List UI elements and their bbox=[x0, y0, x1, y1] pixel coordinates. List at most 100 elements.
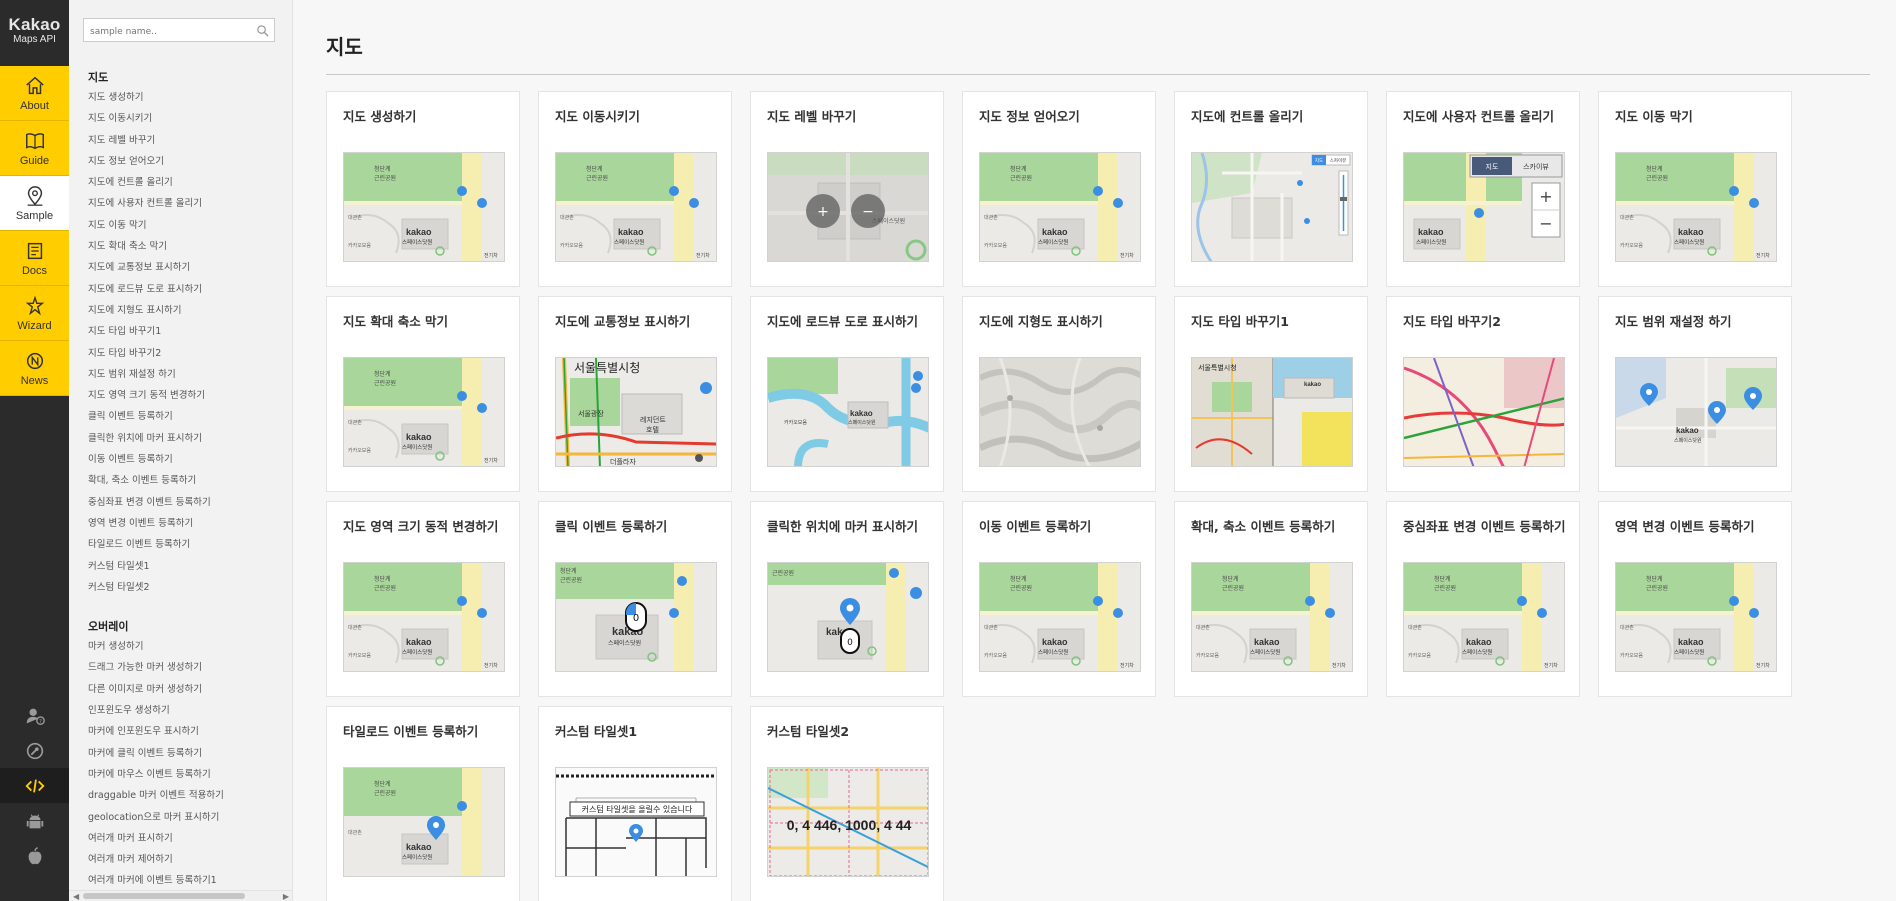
rail-label-guide: Guide bbox=[19, 154, 50, 167]
sidebar-nav-item[interactable]: 다른 이미지로 마커 생성하기 bbox=[88, 679, 288, 700]
sidebar-nav-item[interactable]: 드래그 가능한 마커 생성하기 bbox=[88, 657, 288, 678]
sidebar-nav-item[interactable]: geolocation으로 마커 표시하기 bbox=[88, 807, 288, 828]
sample-card-thumbnail: 커스텀 타일셋을 올릴수 있습니다 bbox=[555, 767, 717, 877]
sidebar-nav-item[interactable]: 중심좌표 변경 이벤트 등록하기 bbox=[88, 492, 288, 513]
brand-logo[interactable]: Kakao Maps API bbox=[0, 0, 69, 66]
sidebar-nav-item[interactable]: 지도에 로드뷰 도로 표시하기 bbox=[88, 279, 288, 300]
map-place-label: 카카오모음 bbox=[348, 447, 371, 454]
rail-tool-user-help[interactable]: ? bbox=[0, 698, 69, 733]
rail-tool-apple[interactable] bbox=[0, 838, 69, 873]
map-logo-label: kakao bbox=[1676, 426, 1699, 435]
sample-card[interactable]: 지도 생성하기 청단계 근린공원 대관촌 카카오모음 kakao 스페이스닷원 … bbox=[326, 91, 520, 287]
map-place-label: 스페이스닷원 bbox=[614, 238, 644, 246]
sidebar-nav-item[interactable]: 커스텀 타일셋1 bbox=[88, 556, 288, 577]
sample-card-title: 지도 레벨 바꾸기 bbox=[767, 109, 857, 124]
sidebar-nav-item[interactable]: 지도에 교통정보 표시하기 bbox=[88, 257, 288, 278]
sample-card[interactable]: 클릭 이벤트 등록하기 청단계 근린공원 kakao 스페이스닷원 0 bbox=[538, 501, 732, 697]
sidebar-nav-item[interactable]: 지도에 사용자 컨트롤 올리기 bbox=[88, 193, 288, 214]
sidebar-nav-item[interactable]: 인포윈도우 생성하기 bbox=[88, 700, 288, 721]
map-thumbnail: 서울특별시청 서울광장 레지던트 호텔 더플라자 bbox=[556, 358, 716, 466]
sidebar-nav-item[interactable]: 확대, 축소 이벤트 등록하기 bbox=[88, 470, 288, 491]
sidebar-nav-item[interactable]: 지도 이동시키기 bbox=[88, 108, 288, 129]
sample-card-title: 클릭 이벤트 등록하기 bbox=[555, 519, 668, 534]
sample-card[interactable]: 지도 이동 막기 청단계 근린공원 대관촌 카카오모음 kakao 스페이스닷원… bbox=[1598, 91, 1792, 287]
map-place-label: 카카오모음 bbox=[984, 242, 1007, 249]
rail-item-about[interactable]: About bbox=[0, 66, 69, 121]
sidebar-nav-item[interactable]: 커스텀 타일셋2 bbox=[88, 577, 288, 598]
sample-card[interactable]: 지도 타입 바꾸기1 서울특별시청 kakao bbox=[1174, 296, 1368, 492]
sidebar-nav-item[interactable]: 지도 타입 바꾸기2 bbox=[88, 343, 288, 364]
search-input[interactable] bbox=[84, 21, 250, 43]
sample-card[interactable]: 지도 레벨 바꾸기 + − 스페이스닷원 bbox=[750, 91, 944, 287]
sidebar-nav-item[interactable]: 지도 레벨 바꾸기 bbox=[88, 130, 288, 151]
sidebar-nav-item[interactable]: draggable 마커 이벤트 적용하기 bbox=[88, 785, 288, 806]
map-thumbnail: 청단계 근린공원 대관촌 카카오모음 kakao 스페이스닷원 전기차 bbox=[344, 563, 504, 671]
sample-card[interactable]: 지도 정보 얻어오기 청단계 근린공원 대관촌 카카오모음 kakao 스페이스… bbox=[962, 91, 1156, 287]
sidebar-nav-item[interactable]: 지도 이동 막기 bbox=[88, 215, 288, 236]
sample-card[interactable]: 확대, 축소 이벤트 등록하기 청단계 근린공원 대관촌 카카오모음 kakao… bbox=[1174, 501, 1368, 697]
map-place-label: 청단계 bbox=[1646, 575, 1663, 583]
map-place-label: 전기차 bbox=[484, 662, 498, 669]
sidebar-nav-item[interactable]: 지도 영역 크기 동적 변경하기 bbox=[88, 385, 288, 406]
map-place-label: 전기차 bbox=[1332, 662, 1346, 669]
sidebar-nav-item[interactable]: 타일로드 이벤트 등록하기 bbox=[88, 534, 288, 555]
sample-card[interactable]: 지도에 사용자 컨트롤 올리기 지도 스카이뷰 + − kakao 스페이스닷원 bbox=[1386, 91, 1580, 287]
sidebar-nav-item[interactable]: 마커에 마우스 이벤트 등록하기 bbox=[88, 764, 288, 785]
map-thumbnail: 커스텀 타일셋을 올릴수 있습니다 bbox=[556, 768, 716, 876]
map-place-label: 대관촌 bbox=[1620, 214, 1634, 221]
sample-card[interactable]: 타일로드 이벤트 등록하기 청단계 근린공원 대관촌 kakao 스페이스닷원 bbox=[326, 706, 520, 901]
map-thumbnail: 청단계 근린공원 대관촌 카카오모음 kakao 스페이스닷원 전기차 bbox=[1616, 563, 1776, 671]
rail-item-docs[interactable]: Docs bbox=[0, 231, 69, 286]
sidebar-nav-item[interactable]: 마커에 클릭 이벤트 등록하기 bbox=[88, 743, 288, 764]
sidebar-nav-item[interactable]: 클릭한 위치에 마커 표시하기 bbox=[88, 428, 288, 449]
sidebar-nav-item[interactable]: 마커 생성하기 bbox=[88, 636, 288, 657]
sample-card[interactable]: 지도 영역 크기 동적 변경하기 청단계 근린공원 대관촌 카카오모음 kaka… bbox=[326, 501, 520, 697]
map-place-label: 청단계 bbox=[1434, 575, 1451, 583]
map-place-label: 청단계 bbox=[586, 165, 603, 173]
sample-card[interactable]: 커스텀 타일셋1 커스텀 타일셋을 올릴수 있습니다 bbox=[538, 706, 732, 901]
sidebar-nav-item[interactable]: 지도 범위 재설정 하기 bbox=[88, 364, 288, 385]
sidebar-nav-item[interactable]: 지도에 지형도 표시하기 bbox=[88, 300, 288, 321]
scroll-right-arrow-icon[interactable]: ▶ bbox=[283, 892, 289, 901]
sample-card[interactable]: 지도 타입 바꾸기2 bbox=[1386, 296, 1580, 492]
sample-card[interactable]: 지도에 컨트롤 올리기 지도 스카이뷰 bbox=[1174, 91, 1368, 287]
sample-card[interactable]: 커스텀 타일셋2 0, 4 446, 1000, 4 44 bbox=[750, 706, 944, 901]
sample-card[interactable]: 지도에 지형도 표시하기 bbox=[962, 296, 1156, 492]
sample-card[interactable]: 지도 범위 재설정 하기 kakao 스페이스닷원 bbox=[1598, 296, 1792, 492]
sidebar-nav-item[interactable]: 지도 확대 축소 막기 bbox=[88, 236, 288, 257]
sidebar-nav-item[interactable]: 마커에 인포윈도우 표시하기 bbox=[88, 721, 288, 742]
sample-card[interactable]: 영역 변경 이벤트 등록하기 청단계 근린공원 대관촌 카카오모음 kakao … bbox=[1598, 501, 1792, 697]
scrollbar-thumb[interactable] bbox=[83, 893, 245, 899]
sample-card-thumbnail: 서울특별시청 kakao bbox=[1191, 357, 1353, 467]
sidebar-nav-item[interactable]: 클릭 이벤트 등록하기 bbox=[88, 406, 288, 427]
rail-item-news[interactable]: News bbox=[0, 341, 69, 396]
search-icon[interactable] bbox=[256, 24, 269, 37]
sidebar-nav-item[interactable]: 지도에 컨트롤 올리기 bbox=[88, 172, 288, 193]
sample-card[interactable]: 이동 이벤트 등록하기 청단계 근린공원 대관촌 카카오모음 kakao 스페이… bbox=[962, 501, 1156, 697]
maptype-map-label: 지도 bbox=[1486, 162, 1499, 171]
sidebar-horizontal-scrollbar[interactable]: ◀ ▶ bbox=[69, 890, 292, 901]
sample-card[interactable]: 중심좌표 변경 이벤트 등록하기 청단계 근린공원 대관촌 카카오모음 kaka… bbox=[1386, 501, 1580, 697]
sidebar-nav-item[interactable]: 여러개 마커 표시하기 bbox=[88, 828, 288, 849]
sample-card[interactable]: 지도 이동시키기 청단계 근린공원 대관촌 카카오모음 kakao 스페이스닷원… bbox=[538, 91, 732, 287]
sample-card[interactable]: 지도에 로드뷰 도로 표시하기 kakao 스페이스닷원 카카오모음 bbox=[750, 296, 944, 492]
sidebar-nav-item[interactable]: 지도 타입 바꾸기1 bbox=[88, 321, 288, 342]
rail-item-sample[interactable]: Sample bbox=[0, 176, 69, 231]
rail-item-guide[interactable]: Guide bbox=[0, 121, 69, 176]
sidebar-nav-item[interactable]: 영역 변경 이벤트 등록하기 bbox=[88, 513, 288, 534]
sample-card[interactable]: 지도에 교통정보 표시하기 서울특별시청 서울광장 레지던트 호텔 더플라자 bbox=[538, 296, 732, 492]
sidebar-nav-item[interactable]: 이동 이벤트 등록하기 bbox=[88, 449, 288, 470]
sample-card[interactable]: 지도 확대 축소 막기 청단계 근린공원 대관촌 카카오모음 kakao 스페이… bbox=[326, 296, 520, 492]
scroll-left-arrow-icon[interactable]: ◀ bbox=[73, 892, 79, 901]
code-icon bbox=[24, 778, 45, 793]
map-thumbnail bbox=[980, 358, 1140, 466]
sample-card[interactable]: 클릭한 위치에 마커 표시하기 근린공원 kakao 0 bbox=[750, 501, 944, 697]
rail-item-wizard[interactable]: Wizard bbox=[0, 286, 69, 341]
rail-tool-key[interactable] bbox=[0, 733, 69, 768]
rail-tool-android[interactable] bbox=[0, 803, 69, 838]
rail-tool-code[interactable] bbox=[0, 768, 69, 803]
sidebar-nav-item[interactable]: 여러개 마커에 이벤트 등록하기1 bbox=[88, 870, 288, 891]
sidebar-nav-item[interactable]: 지도 정보 얻어오기 bbox=[88, 151, 288, 172]
sidebar-nav-item[interactable]: 지도 생성하기 bbox=[88, 87, 288, 108]
sidebar-nav-item[interactable]: 여러개 마커 제어하기 bbox=[88, 849, 288, 870]
